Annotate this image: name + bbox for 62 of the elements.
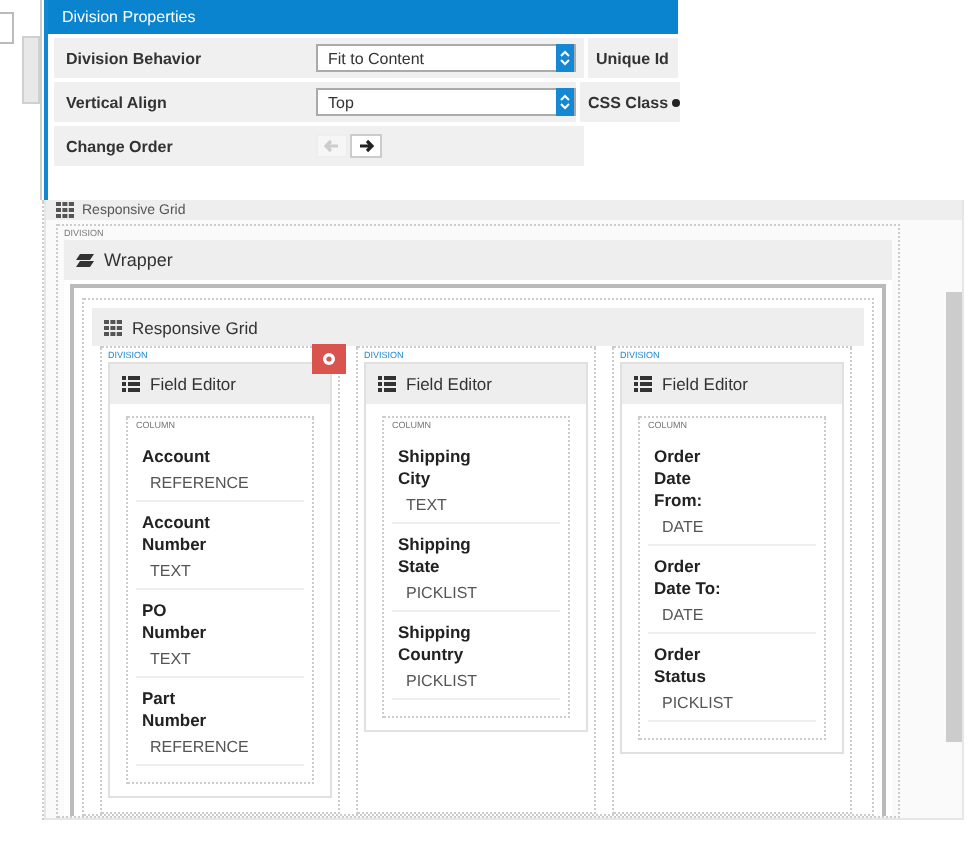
field-name: Shipping State (398, 534, 473, 578)
layers-icon (76, 252, 94, 268)
field-type: PICKLIST (406, 672, 480, 690)
field-name: Shipping City (398, 446, 473, 490)
field-name: Part Number (142, 688, 209, 732)
field-item[interactable]: Shipping Country PICKLIST (392, 612, 560, 700)
field-type: DATE (662, 518, 706, 536)
dropdown-caret-icon (556, 88, 574, 116)
panel-title: Field Editor (406, 374, 492, 394)
field-name: Order Date From: (654, 446, 705, 512)
field-type: REFERENCE (150, 738, 251, 756)
list-icon (634, 376, 652, 392)
field-label: Vertical Align (66, 93, 169, 111)
field-label: Unique Id (596, 49, 669, 67)
field-item[interactable]: Shipping State PICKLIST (392, 524, 560, 612)
panel-title: Responsive Grid (132, 317, 258, 337)
field-item[interactable]: Part Number REFERENCE (136, 678, 304, 766)
field-type: TEXT (150, 650, 193, 668)
field-label: Division Behavior (66, 49, 204, 67)
panel-title: Division Properties (48, 0, 678, 34)
info-icon (672, 97, 681, 107)
select-value: Top (328, 93, 354, 111)
list-icon (378, 376, 396, 392)
panel-title: Field Editor (150, 374, 236, 394)
field-name: Shipping Country (398, 622, 473, 666)
panel-title: Field Editor (662, 374, 748, 394)
field-item[interactable]: Shipping City TEXT (392, 436, 560, 524)
delete-icon (322, 352, 336, 366)
field-item[interactable]: Account REFERENCE (136, 436, 304, 502)
panel-title: Wrapper (104, 250, 173, 270)
field-name: Account (142, 446, 212, 468)
left-arrow-icon (324, 138, 340, 154)
field-label: Change Order (66, 137, 175, 155)
field-item[interactable]: PO Number TEXT (136, 590, 304, 678)
field-item[interactable]: Order Date To: DATE (648, 546, 816, 634)
right-arrow-icon (358, 138, 374, 154)
list-icon (122, 376, 140, 392)
select-field[interactable]: Fit to Content (316, 44, 576, 72)
field-name: Account Number (142, 512, 212, 556)
field-label: CSS Class (588, 93, 669, 111)
field-name: Order Status (654, 644, 708, 688)
field-name: PO Number (142, 600, 209, 644)
select-value: Fit to Content (328, 49, 425, 67)
field-type: PICKLIST (406, 584, 480, 602)
scrollbar[interactable] (946, 292, 962, 742)
move-right-button[interactable] (350, 134, 382, 158)
field-type: PICKLIST (662, 694, 736, 712)
field-item[interactable]: Order Status PICKLIST (648, 634, 816, 722)
grid-icon (104, 319, 122, 335)
select-field[interactable]: Top (316, 88, 576, 116)
dropdown-caret-icon (556, 44, 574, 72)
field-item[interactable]: Order Date From: DATE (648, 436, 816, 546)
delete-button[interactable] (312, 344, 346, 374)
field-type: DATE (662, 606, 706, 624)
text-field[interactable] (0, 12, 14, 44)
field-item[interactable]: Account Number TEXT (136, 502, 304, 590)
grid-icon (56, 202, 74, 218)
scrollbar[interactable] (22, 36, 40, 104)
field-type: REFERENCE (150, 474, 251, 492)
field-type: TEXT (406, 496, 449, 514)
field-name: Order Date To: (654, 556, 723, 600)
field-type: TEXT (150, 562, 193, 580)
